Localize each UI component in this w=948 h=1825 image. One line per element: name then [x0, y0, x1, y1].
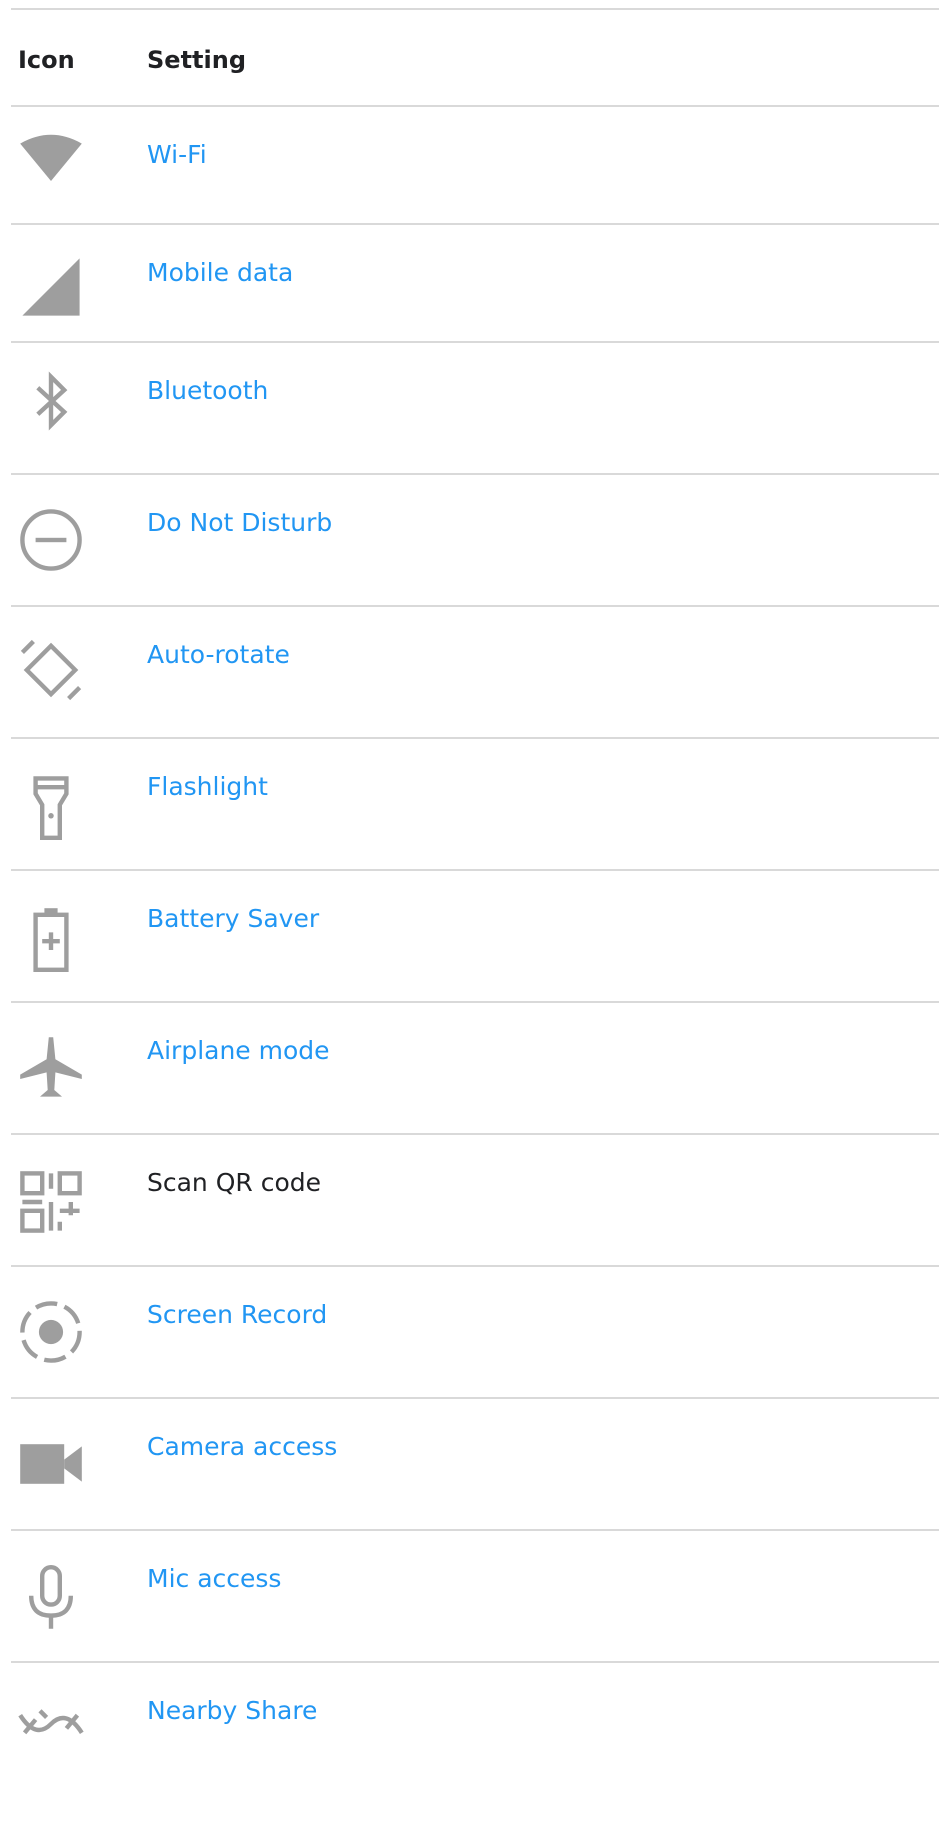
flashlight-icon [16, 772, 86, 842]
setting-link-auto-rotate[interactable]: Auto-rotate [147, 640, 290, 669]
table-row: Mobile data [11, 225, 939, 341]
table-row: Camera access [11, 1399, 939, 1529]
table-row: Mic access [11, 1531, 939, 1661]
setting-link-nearby-share[interactable]: Nearby Share [147, 1696, 317, 1725]
mic-icon [16, 1563, 86, 1633]
setting-link-wifi[interactable]: Wi-Fi [147, 140, 207, 169]
wifi-icon [16, 124, 86, 194]
qr-code-icon [16, 1167, 86, 1237]
table-row: Scan QR code [11, 1135, 939, 1265]
table-row: Wi-Fi [11, 107, 939, 223]
setting-link-battery-saver[interactable]: Battery Saver [147, 904, 319, 933]
setting-link-camera-access[interactable]: Camera access [147, 1432, 337, 1461]
setting-label-scan-qr-code: Scan QR code [147, 1168, 322, 1197]
settings-table: Icon Setting Wi-Fi Mobile data Bluetooth… [11, 8, 939, 1773]
table-row: Screen Record [11, 1267, 939, 1397]
setting-link-mic-access[interactable]: Mic access [147, 1564, 281, 1593]
header-setting: Setting [147, 46, 246, 74]
table-row: Do Not Disturb [11, 475, 939, 605]
header-icon: Icon [18, 46, 75, 74]
airplane-icon [16, 1033, 86, 1103]
table-row: Battery Saver [11, 871, 939, 1001]
setting-link-airplane-mode[interactable]: Airplane mode [147, 1036, 330, 1065]
setting-link-do-not-disturb[interactable]: Do Not Disturb [147, 508, 332, 537]
table-header: Icon Setting [11, 10, 939, 105]
do-not-disturb-icon [16, 505, 86, 575]
battery-saver-icon [16, 904, 86, 974]
screen-record-icon [16, 1297, 86, 1367]
bluetooth-icon [16, 366, 86, 436]
table-row: Airplane mode [11, 1003, 939, 1133]
camera-icon [16, 1429, 86, 1499]
table-row: Auto-rotate [11, 607, 939, 737]
table-row: Bluetooth [11, 343, 939, 473]
setting-link-screen-record[interactable]: Screen Record [147, 1300, 327, 1329]
setting-link-mobile-data[interactable]: Mobile data [147, 258, 293, 287]
nearby-share-icon [16, 1689, 86, 1759]
auto-rotate-icon [16, 635, 86, 705]
mobile-data-icon [16, 252, 86, 322]
table-row: Nearby Share [11, 1663, 939, 1773]
setting-link-bluetooth[interactable]: Bluetooth [147, 376, 268, 405]
setting-link-flashlight[interactable]: Flashlight [147, 772, 268, 801]
table-row: Flashlight [11, 739, 939, 869]
